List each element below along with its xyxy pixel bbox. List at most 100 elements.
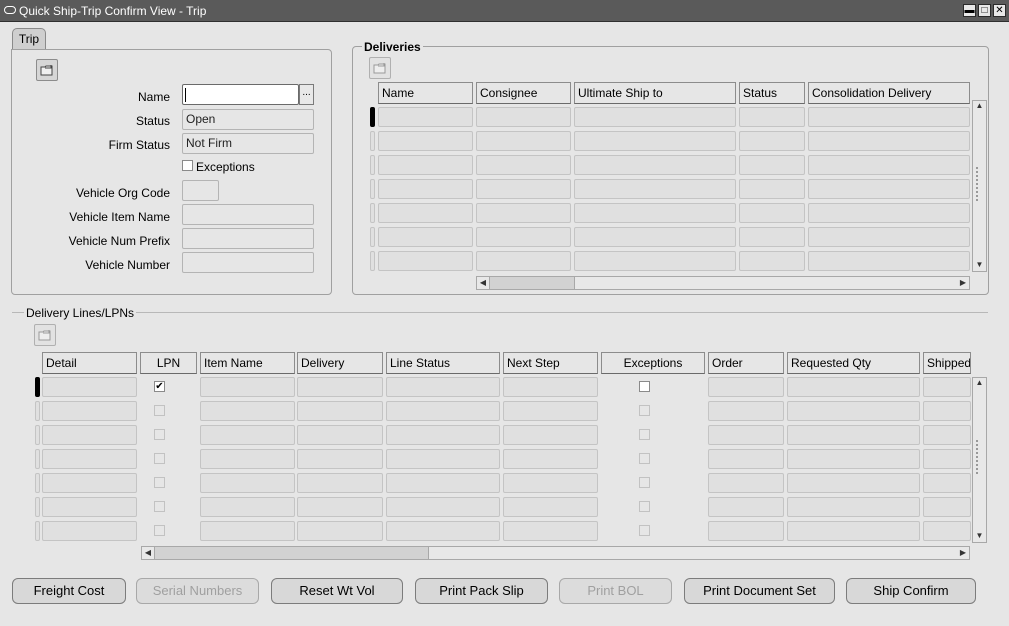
scroll-left-icon[interactable]: ◀ — [478, 278, 488, 288]
table-cell[interactable] — [476, 227, 571, 247]
table-cell[interactable] — [378, 107, 473, 127]
exceptions-checkbox[interactable] — [639, 381, 650, 392]
lpn-checkbox[interactable] — [154, 453, 165, 464]
exceptions-checkbox[interactable] — [182, 160, 193, 171]
table-cell[interactable] — [574, 131, 736, 151]
table-cell[interactable] — [200, 497, 295, 517]
table-cell[interactable] — [378, 251, 473, 271]
reset-wt-vol-button[interactable]: Reset Wt Vol — [271, 578, 403, 604]
row-indicator[interactable] — [35, 401, 40, 421]
print-bol-button[interactable]: Print BOL — [559, 578, 672, 604]
table-cell[interactable] — [923, 377, 971, 397]
table-cell[interactable] — [503, 401, 598, 421]
table-cell[interactable] — [708, 377, 784, 397]
table-cell[interactable] — [923, 473, 971, 493]
row-indicator[interactable] — [35, 521, 40, 541]
lines-column-header[interactable]: Next Step — [503, 352, 598, 374]
scroll-right-icon[interactable]: ▶ — [958, 278, 968, 288]
table-cell[interactable] — [386, 449, 500, 469]
exceptions-checkbox[interactable] — [639, 501, 650, 512]
lpn-checkbox[interactable]: ✔ — [154, 381, 165, 392]
table-cell[interactable] — [503, 425, 598, 445]
table-cell[interactable] — [297, 401, 383, 421]
table-cell[interactable] — [476, 251, 571, 271]
table-cell[interactable] — [708, 449, 784, 469]
deliveries-column-header[interactable]: Ultimate Ship to — [574, 82, 736, 104]
table-cell[interactable] — [739, 107, 805, 127]
deliveries-column-header[interactable]: Consignee — [476, 82, 571, 104]
table-cell[interactable] — [476, 131, 571, 151]
table-cell[interactable] — [808, 179, 970, 199]
exceptions-checkbox[interactable] — [639, 525, 650, 536]
vehicle-org-code-field[interactable] — [182, 180, 219, 201]
table-cell[interactable] — [503, 377, 598, 397]
lines-horizontal-scrollbar[interactable]: ◀ ▶ — [141, 546, 970, 560]
serial-numbers-button[interactable]: Serial Numbers — [136, 578, 259, 604]
table-cell[interactable] — [476, 179, 571, 199]
table-cell[interactable] — [708, 497, 784, 517]
deliveries-column-header[interactable]: Consolidation Delivery — [808, 82, 970, 104]
table-cell[interactable] — [42, 401, 137, 421]
table-cell[interactable] — [386, 425, 500, 445]
lines-column-header[interactable]: Shipped — [923, 352, 971, 374]
table-cell[interactable] — [808, 227, 970, 247]
lines-column-header[interactable]: Requested Qty — [787, 352, 920, 374]
deliveries-column-header[interactable]: Status — [739, 82, 805, 104]
lpn-checkbox[interactable] — [154, 429, 165, 440]
table-cell[interactable] — [574, 203, 736, 223]
lines-column-header[interactable]: Item Name — [200, 352, 295, 374]
row-indicator[interactable] — [370, 251, 375, 271]
table-cell[interactable] — [739, 155, 805, 175]
table-cell[interactable] — [378, 179, 473, 199]
tab-trip[interactable]: Trip — [12, 28, 46, 50]
table-cell[interactable] — [923, 497, 971, 517]
row-indicator[interactable] — [370, 227, 375, 247]
close-icon[interactable]: ✕ — [993, 4, 1006, 17]
table-cell[interactable] — [923, 449, 971, 469]
scroll-up-icon[interactable]: ▲ — [973, 378, 986, 388]
table-cell[interactable] — [378, 227, 473, 247]
lines-column-header[interactable]: Line Status — [386, 352, 500, 374]
scroll-grip-icon[interactable] — [976, 167, 983, 201]
scroll-right-icon[interactable]: ▶ — [958, 548, 968, 558]
table-cell[interactable] — [787, 497, 920, 517]
row-indicator[interactable] — [35, 449, 40, 469]
table-cell[interactable] — [739, 227, 805, 247]
table-cell[interactable] — [297, 497, 383, 517]
table-cell[interactable] — [297, 377, 383, 397]
scroll-thumb[interactable] — [489, 277, 575, 289]
table-cell[interactable] — [297, 449, 383, 469]
lpn-checkbox[interactable] — [154, 477, 165, 488]
table-cell[interactable] — [386, 401, 500, 421]
ship-confirm-button[interactable]: Ship Confirm — [846, 578, 976, 604]
table-cell[interactable] — [574, 227, 736, 247]
status-field[interactable]: Open — [182, 109, 314, 130]
table-cell[interactable] — [574, 107, 736, 127]
scroll-up-icon[interactable]: ▲ — [973, 101, 986, 111]
table-cell[interactable] — [808, 131, 970, 151]
table-cell[interactable] — [787, 521, 920, 541]
table-cell[interactable] — [923, 521, 971, 541]
table-cell[interactable] — [808, 107, 970, 127]
row-indicator[interactable] — [35, 425, 40, 445]
table-cell[interactable] — [386, 521, 500, 541]
table-cell[interactable] — [708, 473, 784, 493]
name-lov-button[interactable]: ... — [299, 84, 314, 105]
table-cell[interactable] — [200, 401, 295, 421]
table-cell[interactable] — [739, 251, 805, 271]
row-indicator[interactable] — [370, 107, 375, 127]
row-indicator[interactable] — [370, 131, 375, 151]
table-cell[interactable] — [503, 521, 598, 541]
table-cell[interactable] — [708, 521, 784, 541]
print-document-set-button[interactable]: Print Document Set — [684, 578, 835, 604]
scroll-grip-icon[interactable] — [976, 440, 983, 474]
table-cell[interactable] — [574, 179, 736, 199]
table-cell[interactable] — [42, 425, 137, 445]
table-cell[interactable] — [42, 377, 137, 397]
lines-column-header[interactable]: Order — [708, 352, 784, 374]
table-cell[interactable] — [476, 107, 571, 127]
table-cell[interactable] — [739, 203, 805, 223]
folder-button[interactable] — [36, 59, 58, 81]
firm-status-field[interactable]: Not Firm — [182, 133, 314, 154]
table-cell[interactable] — [200, 377, 295, 397]
